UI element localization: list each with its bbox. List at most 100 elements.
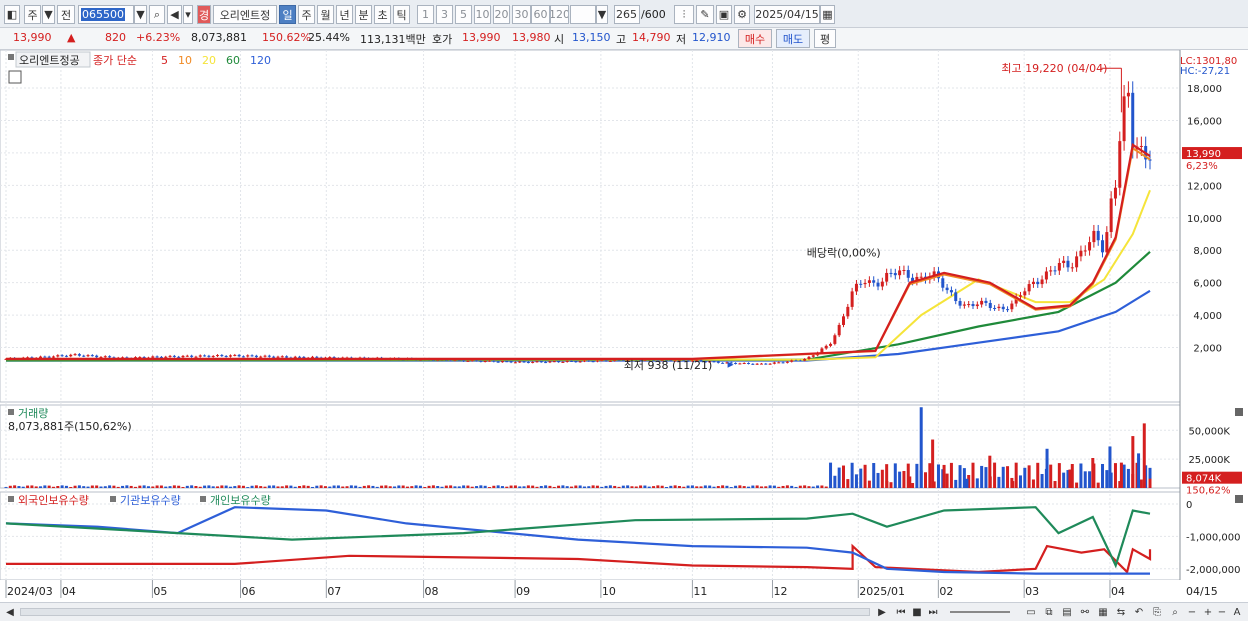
volume-bar xyxy=(954,479,958,488)
holder-tick: -1,000,000 xyxy=(1186,532,1241,543)
interval-tab-1[interactable]: 1 xyxy=(417,5,434,24)
search-chart-icon[interactable]: ⌕ xyxy=(1168,605,1182,619)
candle-body xyxy=(557,361,561,363)
code-dropdown-icon[interactable]: ▼ xyxy=(134,5,147,24)
volume-bar xyxy=(928,463,932,488)
volume-bar xyxy=(690,485,694,488)
calculator-icon[interactable] xyxy=(8,70,22,84)
sell-button[interactable]: 매도 xyxy=(776,29,810,48)
scroll-left-icon[interactable]: ◀ xyxy=(4,605,16,619)
volume-ratio: 150.62% xyxy=(262,31,311,44)
holder-legend-marker[interactable] xyxy=(110,496,116,502)
count-input[interactable]: 265 xyxy=(614,5,640,24)
volume-bar xyxy=(798,485,802,488)
candle-body xyxy=(548,361,552,363)
forward-icon[interactable]: ⏭ xyxy=(926,605,940,619)
candle-body xyxy=(790,360,794,362)
interval-input[interactable] xyxy=(570,5,596,24)
speaker-dropdown-icon[interactable]: ▾ xyxy=(183,5,193,24)
horizontal-scrollbar[interactable] xyxy=(20,608,870,616)
layout-icon[interactable]: ◧ xyxy=(4,5,20,24)
interval-tab-60[interactable]: 60 xyxy=(531,5,550,24)
candle-body xyxy=(1092,230,1096,243)
candle-body xyxy=(902,270,906,272)
volume-bar xyxy=(695,486,699,488)
buy-button[interactable]: 매수 xyxy=(738,29,772,48)
compare-icon[interactable]: ⇆ xyxy=(1114,605,1128,619)
candle-settings-icon[interactable]: ⫶ xyxy=(674,5,694,24)
volume-spike xyxy=(885,481,889,488)
scroll-right-icon[interactable]: ▶ xyxy=(876,605,888,619)
interval-dropdown-icon[interactable]: ▼ xyxy=(596,5,608,24)
zoom-in-icon[interactable]: + xyxy=(1202,605,1214,619)
window-icon[interactable]: ▭ xyxy=(1024,605,1038,619)
volume-panel-menu-icon[interactable] xyxy=(8,409,14,415)
date-input[interactable]: 2025/04/15 xyxy=(754,5,820,24)
chevron-down-icon[interactable]: ▼ xyxy=(42,5,55,24)
interval-tab-30[interactable]: 30 xyxy=(512,5,531,24)
period-tab-4[interactable]: 분 xyxy=(355,5,372,24)
save-icon[interactable]: ▣ xyxy=(716,5,732,24)
zoom-out-icon[interactable]: − xyxy=(1186,605,1198,619)
rewind-icon[interactable]: ⏮ xyxy=(894,605,908,619)
search-icon[interactable]: ⌕ xyxy=(149,5,165,24)
volume-bar xyxy=(116,486,120,488)
period-tab-0[interactable]: 일 xyxy=(279,5,296,24)
period-tab-6[interactable]: 틱 xyxy=(393,5,410,24)
volume-bar xyxy=(155,485,159,488)
volume-bar xyxy=(643,485,647,488)
font-size-button[interactable]: A xyxy=(1230,605,1244,619)
holder-legend-0: 외국인보유수량 xyxy=(18,494,89,507)
zoom-slider[interactable] xyxy=(950,611,1010,613)
volume-spike xyxy=(919,407,923,488)
interval-tab-20[interactable]: 20 xyxy=(493,5,510,24)
candle-body xyxy=(716,361,720,363)
volume-spike xyxy=(1068,469,1072,488)
draw-icon[interactable]: ✎ xyxy=(696,5,714,24)
holder-close-icon[interactable] xyxy=(1235,495,1243,503)
undo-icon[interactable]: ↶ xyxy=(1132,605,1146,619)
period-tab-2[interactable]: 월 xyxy=(317,5,334,24)
period-tab-3[interactable]: 년 xyxy=(336,5,353,24)
volume-bar xyxy=(488,487,492,488)
tile-icon[interactable]: ▤ xyxy=(1060,605,1074,619)
holder-legend-marker[interactable] xyxy=(8,496,14,502)
candle-body xyxy=(259,356,263,358)
volume-bar xyxy=(259,486,263,488)
interval-tab-5[interactable]: 5 xyxy=(455,5,472,24)
zoom-reset-icon[interactable]: − xyxy=(1216,605,1228,619)
candle-body xyxy=(958,301,962,306)
code-input[interactable]: 065500 xyxy=(78,5,134,24)
period-tab-5[interactable]: 초 xyxy=(374,5,391,24)
volume-bar xyxy=(794,486,798,488)
interval-tab-3[interactable]: 3 xyxy=(436,5,453,24)
volume-bar xyxy=(73,485,77,488)
avg-button[interactable]: 평 xyxy=(814,29,836,48)
panel-menu-icon[interactable] xyxy=(8,54,14,60)
volume-bar xyxy=(285,485,289,488)
market-select[interactable]: 주 xyxy=(24,5,41,24)
interval-tab-10[interactable]: 10 xyxy=(474,5,491,24)
chart-area[interactable]: 18,00016,00014,00012,00010,0008,0006,000… xyxy=(0,50,1248,602)
split-icon[interactable]: ⧉ xyxy=(1042,605,1056,619)
holder-legend-marker[interactable] xyxy=(200,496,206,502)
gear-icon[interactable]: ⚙ xyxy=(734,5,750,24)
volume-bar xyxy=(164,486,168,488)
volume-bar xyxy=(375,486,379,488)
volume-bar xyxy=(466,485,470,488)
volume-bar xyxy=(380,485,384,488)
speaker-icon[interactable]: ◀ xyxy=(167,5,182,24)
grid-icon[interactable]: ▦ xyxy=(1096,605,1110,619)
period-tab-1[interactable]: 주 xyxy=(298,5,315,24)
stop-icon[interactable]: ■ xyxy=(910,605,924,619)
link-icon[interactable]: ⚯ xyxy=(1078,605,1092,619)
calendar-icon[interactable]: ▦ xyxy=(820,5,835,24)
candle-body xyxy=(984,300,988,303)
interval-tab-120[interactable]: 120 xyxy=(550,5,569,24)
copy-icon[interactable]: ⎘ xyxy=(1150,605,1164,619)
warning-icon[interactable]: 경 xyxy=(197,5,211,24)
candle-body xyxy=(185,355,189,357)
prev-button[interactable]: 전 xyxy=(57,5,75,24)
volume-bar xyxy=(587,486,591,488)
volume-close-icon[interactable] xyxy=(1235,408,1243,416)
